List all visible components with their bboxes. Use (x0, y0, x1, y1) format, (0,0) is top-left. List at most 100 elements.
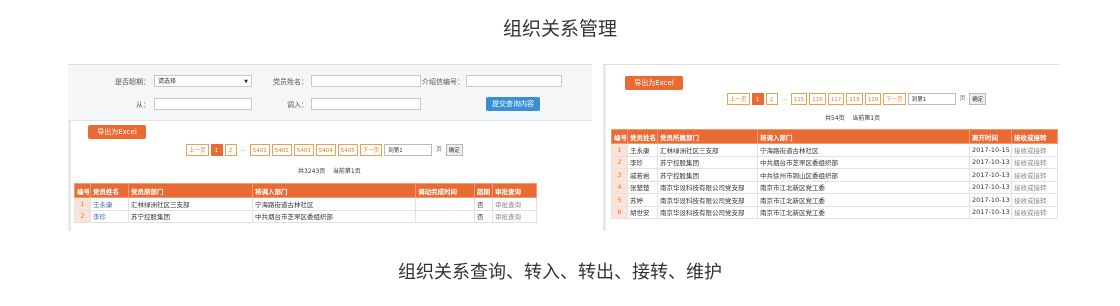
dormant-select[interactable]: 请选择 ▼ (154, 75, 252, 87)
transfer-in-label: 调入： (287, 101, 308, 109)
page-ellipsis: ... (238, 144, 248, 156)
leave-time-cell: 2017-10-13 (969, 193, 1012, 207)
letter-no-input[interactable] (466, 75, 562, 87)
page-button[interactable]: 1 (751, 93, 764, 105)
from-label: 从： (136, 101, 150, 109)
target-dept-cell: 南京市江北新区党工委 (757, 180, 970, 194)
row-number: 5 (611, 193, 628, 207)
target-dept-cell: 中共烟台市芝罘区委组织部 (757, 155, 970, 169)
completion-time-cell (415, 209, 475, 223)
col-header: 超期 (474, 183, 493, 198)
total-pages-text: 共54页 (825, 115, 845, 122)
table-row: 3 戚若岩 苏宁控股集团 中共徐州市铜山区委组织部 2017-10-13 接收或… (611, 168, 1058, 182)
accept-transfer-link[interactable]: 接收或接转 (1011, 180, 1058, 194)
target-dept-cell: 中共烟台市芝罘区委组织部 (252, 209, 416, 223)
from-input[interactable] (154, 98, 252, 110)
page-button[interactable]: 118 (846, 93, 863, 105)
table-header-row: 编号 党员姓名 党员原部门 将调入部门 调动完成时间 超期 审批查询 (74, 183, 537, 198)
table-row: 4 张楚楚 南京华设科技有限公司党支部 南京市江北新区党工委 2017-10-1… (611, 180, 1058, 194)
dormant-label: 是否超期： (115, 78, 150, 86)
page-button[interactable]: 5405 (337, 144, 358, 156)
leave-time-cell: 2017-10-13 (969, 205, 1012, 219)
page-button[interactable]: 117 (827, 93, 845, 105)
accept-transfer-link[interactable]: 接收或接转 (1011, 193, 1058, 207)
page-button[interactable]: 5402 (271, 144, 292, 156)
left-screenshot-panel: 是否超期： 请选择 ▼ 党员姓名： 介绍信编号： 从： 调入： 提交查询内容 导… (68, 64, 592, 231)
completion-time-cell (415, 197, 475, 211)
page-unit-label: 页 (434, 144, 444, 156)
target-dept-cell: 中共徐州市铜山区委组织部 (757, 168, 970, 182)
overdue-cell: 否 (474, 197, 493, 211)
original-dept-cell: 汇林绿洲社区三支部 (128, 197, 253, 211)
leave-time-cell: 2017-10-13 (969, 155, 1012, 169)
member-name-cell: 戚若岩 (627, 168, 658, 182)
table-row: 1 王永康 汇林绿洲社区三支部 宁海路街道古林社区 2017-10-15 接收或… (611, 143, 1058, 157)
leave-time-cell: 2017-10-13 (969, 180, 1012, 194)
right-pagination: 上一页 1 2 ... 115 116 117 118 119 下一页 到第1 … (727, 93, 988, 105)
export-excel-button[interactable]: 导出为Excel (88, 125, 146, 139)
page-button[interactable]: 5404 (315, 144, 336, 156)
member-name-input[interactable] (311, 75, 421, 87)
col-header: 党员所属部门 (657, 129, 758, 144)
export-excel-button[interactable]: 导出为Excel (625, 76, 683, 90)
confirm-jump-button[interactable]: 确定 (445, 144, 463, 156)
table-header-row: 编号 党员姓名 党员所属部门 将调入部门 离开时间 接收或接转 (611, 129, 1058, 144)
accept-transfer-link[interactable]: 接收或接转 (1011, 155, 1058, 169)
page-ellipsis: ... (779, 93, 789, 105)
right-data-table: 编号 党员姓名 党员所属部门 将调入部门 离开时间 接收或接转 1 王永康 汇林… (611, 129, 1058, 219)
transfer-in-input[interactable] (311, 98, 421, 110)
row-number: 3 (611, 168, 628, 182)
letter-no-label: 介绍信编号： (422, 78, 464, 86)
member-name-cell: 张楚楚 (627, 180, 658, 194)
page-jump-select[interactable]: 到第1 (907, 93, 956, 105)
page-button[interactable]: 2 (765, 93, 778, 105)
page-button[interactable]: 5403 (293, 144, 314, 156)
col-header: 党员原部门 (128, 183, 253, 198)
member-name-label: 党员姓名： (273, 78, 308, 86)
filter-form (68, 65, 592, 121)
row-number: 4 (611, 180, 628, 194)
next-page-button[interactable]: 下一页 (883, 93, 906, 105)
page-title: 组织关系管理 (502, 18, 617, 40)
original-dept-cell: 南京华设科技有限公司党支部 (657, 193, 758, 207)
table-row: 6 胡世安 南京华设科技有限公司党支部 南京市江北新区党工委 2017-10-1… (611, 205, 1058, 219)
approval-query-link[interactable]: 审批查询 (492, 209, 537, 223)
original-dept-cell: 南京华设科技有限公司党支部 (657, 180, 758, 194)
target-dept-cell: 宁海路街道古林社区 (757, 143, 970, 157)
submit-query-button[interactable]: 提交查询内容 (486, 97, 540, 111)
approval-query-link[interactable]: 审批查询 (492, 197, 537, 211)
col-header: 编号 (74, 183, 91, 198)
page-button[interactable]: 5401 (249, 144, 270, 156)
table-row: 2 李珍 苏宁控股集团 中共烟台市芝罘区委组织部 否 审批查询 (74, 209, 537, 223)
overdue-cell: 否 (474, 209, 493, 223)
page-button[interactable]: 2 (224, 144, 237, 156)
page-button[interactable]: 115 (790, 93, 808, 105)
page-jump-select[interactable]: 到第1 (384, 144, 433, 156)
member-name-cell: 王永康 (627, 143, 658, 157)
accept-transfer-link[interactable]: 接收或接转 (1011, 168, 1058, 182)
current-page-text: 当前第1页 (852, 115, 881, 122)
col-header: 调动完成时间 (415, 183, 475, 198)
dormant-select-value: 请选择 (158, 78, 177, 85)
accept-transfer-link[interactable]: 接收或接转 (1011, 143, 1058, 157)
current-page-text: 当前第1页 (332, 168, 361, 175)
col-header: 编号 (611, 129, 628, 144)
page-caption: 组织关系查询、转入、转出、接转、维护 (398, 262, 722, 283)
leave-time-cell: 2017-10-13 (969, 168, 1012, 182)
page-button[interactable]: 119 (864, 93, 882, 105)
confirm-jump-button[interactable]: 确定 (969, 93, 987, 105)
col-header: 将调入部门 (757, 129, 970, 144)
member-name-cell: 苏婷 (627, 193, 658, 207)
col-header: 接收或接转 (1011, 129, 1058, 144)
page-button[interactable]: 1 (210, 144, 223, 156)
row-number: 2 (74, 209, 91, 223)
prev-page-button[interactable]: 上一页 (727, 93, 750, 105)
target-dept-cell: 宁海路街道古林社区 (252, 197, 416, 211)
page-button[interactable]: 116 (809, 93, 826, 105)
next-page-button[interactable]: 下一页 (359, 144, 383, 156)
row-number: 1 (611, 143, 628, 157)
accept-transfer-link[interactable]: 接收或接转 (1011, 205, 1058, 219)
original-dept-cell: 汇林绿洲社区三支部 (657, 143, 758, 157)
prev-page-button[interactable]: 上一页 (186, 144, 209, 156)
left-pagination: 上一页 1 2 ... 5401 5402 5403 5404 5405 下一页… (186, 144, 465, 156)
